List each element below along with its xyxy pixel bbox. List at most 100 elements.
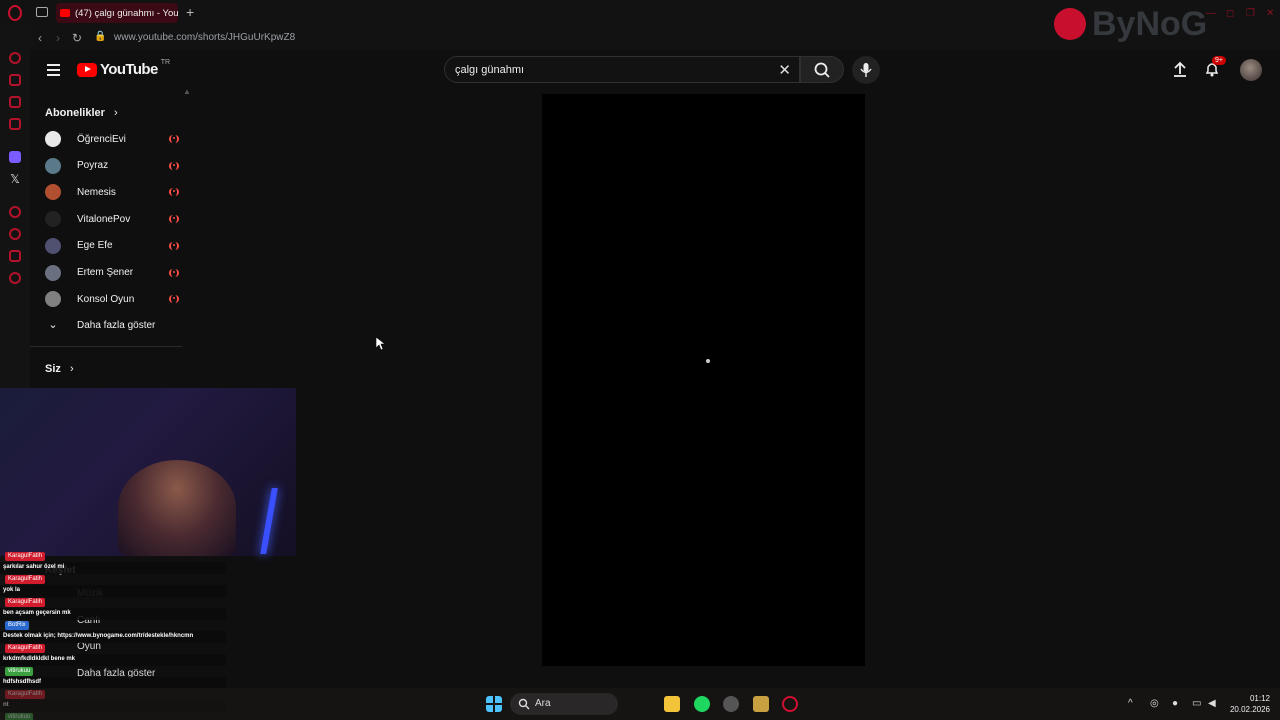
opera-menu-icon[interactable] (8, 5, 22, 21)
taskbar-search[interactable]: Ara (510, 693, 618, 715)
tray-app-icon[interactable]: ◎ (1150, 698, 1159, 709)
youtube-header: YouTube TR çalgı günahmı ✕ 9+ (30, 52, 1280, 88)
chat-username: vitirukuu (5, 667, 34, 676)
tray-overflow-icon[interactable]: ^ (1128, 698, 1133, 709)
channel-avatar (45, 211, 61, 228)
url-field[interactable]: www.youtube.com/shorts/JHGuUrKpwZ8 (114, 32, 295, 43)
new-tab-icon[interactable]: + (186, 4, 194, 20)
active-tab[interactable]: (47) çalgı günahmı - YouTu (56, 3, 178, 23)
subscriptions-heading[interactable]: Abonelikler › (45, 107, 118, 119)
file-explorer-icon[interactable] (664, 696, 680, 712)
youtube-wordmark: YouTube (100, 61, 158, 78)
mouse-cursor-icon (376, 337, 386, 351)
chevron-down-icon: ⌄ (48, 319, 58, 331)
player-icon[interactable] (9, 206, 21, 218)
chat-username: BotRix (5, 621, 29, 630)
chat-message-row: Destek olmak için; https://www.bynogame.… (0, 631, 226, 643)
show-more-label: Daha fazla göster (77, 319, 156, 331)
sidebar-channel-item[interactable]: ÖğrenciEvi (45, 130, 179, 148)
sidebar-channel-item[interactable]: VitalonePov (45, 210, 179, 228)
lock-icon: 🔒 (94, 31, 107, 42)
settings-icon[interactable] (9, 272, 21, 284)
aria-icon[interactable] (9, 74, 21, 86)
chat-username: KaragulFatih (5, 575, 46, 584)
live-indicator-icon (169, 268, 179, 277)
menu-icon[interactable] (47, 64, 60, 79)
voice-search-button[interactable] (852, 56, 880, 84)
spotify-icon[interactable] (694, 696, 710, 712)
chat-username: KaragulFatih (5, 552, 46, 561)
you-heading[interactable]: Siz › (45, 363, 74, 375)
x-icon[interactable]: 𝕏 (9, 173, 21, 185)
extensions-icon[interactable] (9, 118, 21, 130)
minimize-icon[interactable]: — (1206, 8, 1216, 19)
channel-avatar (45, 184, 61, 201)
microphone-tray-icon[interactable]: ● (1172, 698, 1178, 709)
history-icon[interactable] (9, 52, 21, 64)
volume-icon[interactable]: ◀ (1208, 698, 1216, 709)
clock-icon[interactable] (9, 228, 21, 240)
close-window-icon[interactable]: ✕ (1266, 8, 1274, 19)
youtube-logo[interactable]: YouTube TR (77, 59, 171, 78)
twitch-icon[interactable] (9, 151, 21, 163)
channel-name: Konsol Oyun (77, 293, 135, 305)
search-icon (518, 698, 530, 710)
sidebar-scrollbar[interactable]: ▲ (183, 87, 191, 96)
chevron-right-icon: › (113, 107, 118, 119)
taskbar-search-label: Ara (535, 698, 551, 709)
sidebar-channel-item[interactable]: Ege Efe (45, 237, 179, 255)
chat-message-row: yok la (0, 585, 226, 597)
sidebar-channel-item[interactable]: Ertem Şener (45, 264, 179, 282)
chat-message-row: ben açsam geçersin mk (0, 608, 226, 620)
chat-message-text: Destek olmak için; https://www.bynogame.… (3, 633, 194, 639)
chat-message-text: hdfshsdfhsdf (3, 679, 41, 685)
you-label: Siz (45, 363, 61, 375)
clock-date: 20.02.2026 (1229, 705, 1270, 714)
forward-icon[interactable]: › (56, 31, 60, 45)
league-client-icon[interactable] (753, 696, 769, 712)
clear-search-icon[interactable]: ✕ (778, 61, 791, 79)
restore-icon[interactable]: ❐ (1246, 8, 1255, 19)
chat-message-row: şarkılar sahur özel mi (0, 562, 226, 574)
chevron-right-icon: › (69, 363, 74, 375)
channel-name: ÖğrenciEvi (77, 133, 126, 145)
rgb-light-bar (260, 488, 278, 554)
live-indicator-icon (169, 215, 179, 224)
chat-message-text: şarkılar sahur özel mi (3, 564, 65, 570)
stream-overlay-logo: ByNoG (1054, 2, 1274, 46)
steam-icon[interactable] (723, 696, 739, 712)
taskbar-clock[interactable]: 01:12 20.02.2026 (1228, 693, 1270, 715)
sidebar-channel-item[interactable]: Konsol Oyun (45, 290, 179, 308)
live-indicator-icon (169, 135, 179, 143)
subscriptions-label: Abonelikler (45, 107, 105, 119)
back-icon[interactable]: ‹ (38, 31, 42, 45)
sidebar-channel-item[interactable]: Nemesis (45, 183, 179, 201)
channel-avatar (45, 131, 61, 147)
show-more-subscriptions[interactable]: ⌄ Daha fazla göster (45, 316, 170, 334)
network-icon[interactable]: ▭ (1192, 698, 1201, 709)
sidebar-channel-item[interactable]: Poyraz (45, 157, 179, 175)
channel-name: Ege Efe (77, 240, 113, 252)
chat-message-row: krkdmfkdldkldkl bene mk (0, 654, 226, 666)
maximize-icon[interactable]: ◻ (1226, 8, 1234, 19)
windows-start-icon[interactable] (486, 696, 502, 712)
account-avatar[interactable] (1240, 59, 1262, 81)
search-input[interactable]: çalgı günahmı (455, 64, 524, 76)
windows-taskbar: Ara ^ ◎ ● ▭ ◀ 01:12 20.02.2026 (0, 688, 1280, 720)
channel-avatar (45, 291, 61, 308)
upload-icon[interactable] (1172, 60, 1188, 78)
tab-switcher-icon[interactable] (36, 7, 48, 17)
pinboard-icon[interactable] (9, 250, 21, 262)
country-code: TR (160, 59, 171, 66)
messenger-icon[interactable] (9, 96, 21, 108)
chat-username: KaragulFatih (5, 598, 46, 607)
shorts-video-player[interactable] (542, 94, 865, 666)
loading-spinner (706, 359, 710, 363)
channel-name: Ertem Şener (77, 267, 134, 278)
reload-icon[interactable]: ↻ (72, 31, 82, 45)
live-indicator-icon (169, 188, 179, 197)
opera-gx-icon[interactable] (782, 696, 798, 712)
overlay-logo-text: ByNoG (1092, 5, 1208, 43)
search-button[interactable] (800, 56, 844, 83)
search-box[interactable]: çalgı günahmı ✕ (444, 56, 800, 83)
